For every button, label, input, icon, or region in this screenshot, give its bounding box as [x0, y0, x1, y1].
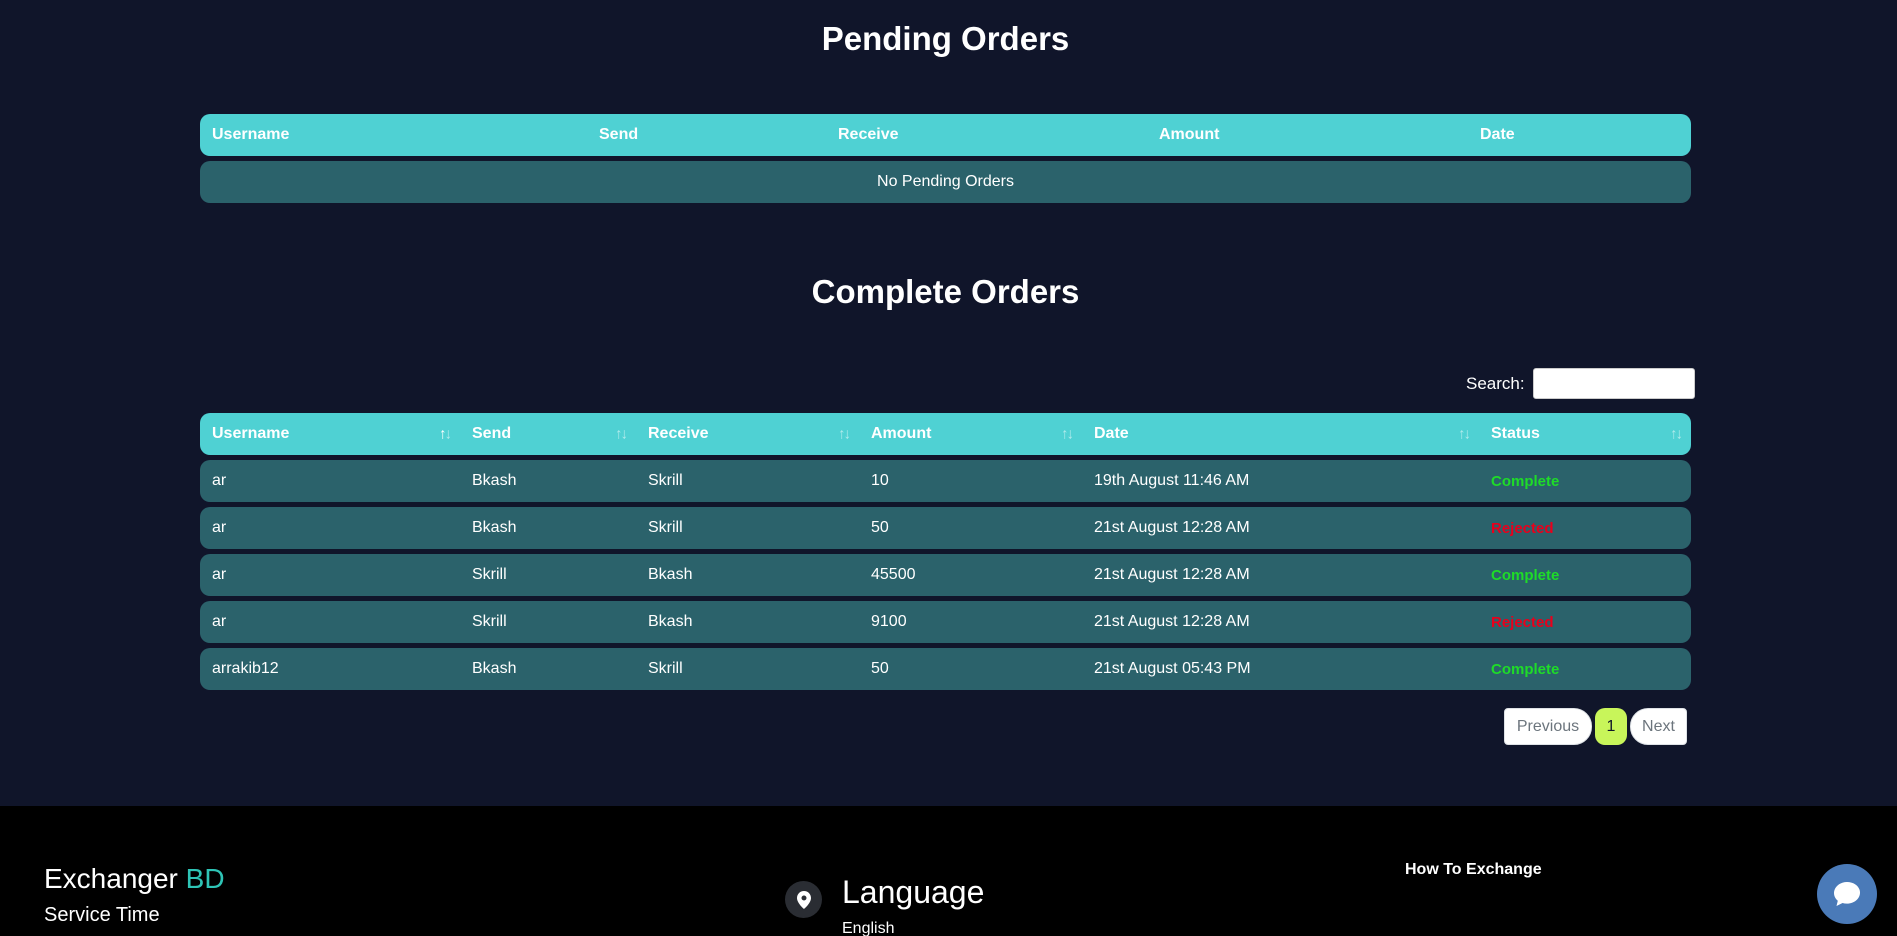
- how-to-exchange-link[interactable]: How To Exchange: [1405, 861, 1542, 879]
- header-label: Username: [212, 425, 290, 442]
- table-row: ar Skrill Bkash 45500 21st August 12:28 …: [200, 554, 1691, 596]
- cell-amount: 10: [871, 472, 889, 489]
- cell-amount: 9100: [871, 613, 907, 630]
- footer-brand: Exchanger BD: [44, 863, 225, 895]
- status-badge: Complete: [1491, 472, 1560, 490]
- complete-orders-table: Username ↑↓ Send ↑↓ Receive ↑↓ Amount ↑↓…: [200, 413, 1691, 690]
- status-badge: Rejected: [1491, 519, 1554, 537]
- pending-col-amount: Amount: [1159, 126, 1220, 143]
- table-row: ar Bkash Skrill 50 21st August 12:28 AM …: [200, 507, 1691, 549]
- pending-col-username: Username: [212, 126, 290, 143]
- sort-header-date[interactable]: Date ↑↓: [1082, 413, 1479, 455]
- cell-receive: Bkash: [648, 613, 693, 630]
- status-badge: Complete: [1491, 660, 1560, 678]
- pending-col-send: Send: [599, 126, 639, 143]
- cell-amount: 50: [871, 660, 889, 677]
- language-value[interactable]: English: [842, 920, 894, 936]
- cell-date: 21st August 12:28 AM: [1094, 613, 1250, 630]
- service-time-heading: Service Time: [44, 904, 160, 926]
- status-badge: Complete: [1491, 566, 1560, 584]
- sort-arrows-icon: ↑↓: [1458, 425, 1471, 443]
- footer: Exchanger BD Service Time Language Engli…: [0, 806, 1897, 936]
- sort-arrows-icon: ↑↓: [1670, 425, 1683, 443]
- sort-header-receive[interactable]: Receive ↑↓: [636, 413, 859, 455]
- header-label: Status: [1491, 425, 1540, 442]
- header-label: Send: [472, 425, 512, 442]
- pagination: Previous 1 Next: [1504, 708, 1687, 745]
- pending-orders-table: Username Send Receive Amount Date No Pen…: [200, 114, 1691, 203]
- header-label: Receive: [648, 425, 709, 442]
- cell-receive: Skrill: [648, 519, 683, 536]
- cell-date: 21st August 12:28 AM: [1094, 566, 1250, 583]
- cell-receive: Skrill: [648, 472, 683, 489]
- cell-date: 19th August 11:46 AM: [1094, 472, 1250, 489]
- cell-receive: Skrill: [648, 660, 683, 677]
- previous-page-button[interactable]: Previous: [1504, 708, 1592, 745]
- map-pin-icon: [785, 881, 822, 918]
- brand-accent: BD: [185, 863, 225, 894]
- pending-orders-title: Pending Orders: [821, 20, 1070, 57]
- search-box: Search:: [1466, 368, 1695, 399]
- cell-send: Skrill: [472, 566, 507, 583]
- search-label: Search:: [1466, 373, 1525, 393]
- header-label: Date: [1094, 425, 1129, 442]
- cell-username: ar: [212, 566, 227, 583]
- cell-send: Bkash: [472, 519, 517, 536]
- pending-empty-row: No Pending Orders: [200, 161, 1691, 203]
- cell-receive: Bkash: [648, 566, 693, 583]
- sort-arrows-icon: ↑↓: [439, 425, 452, 443]
- cell-username: arrakib12: [212, 660, 279, 677]
- cell-send: Bkash: [472, 660, 517, 677]
- table-row: arrakib12 Bkash Skrill 50 21st August 05…: [200, 648, 1691, 690]
- header-label: Amount: [871, 425, 932, 442]
- sort-arrows-icon: ↑↓: [1061, 425, 1074, 443]
- cell-date: 21st August 05:43 PM: [1094, 660, 1251, 677]
- cell-username: ar: [212, 613, 227, 630]
- sort-header-status[interactable]: Status ↑↓: [1479, 413, 1691, 455]
- cell-username: ar: [212, 472, 227, 489]
- sort-header-send[interactable]: Send ↑↓: [460, 413, 636, 455]
- table-row: ar Bkash Skrill 10 19th August 11:46 AM …: [200, 460, 1691, 502]
- cell-amount: 50: [871, 519, 889, 536]
- pending-table-header: Username Send Receive Amount Date: [200, 114, 1691, 156]
- page-1-button[interactable]: 1: [1595, 708, 1627, 745]
- cell-send: Skrill: [472, 613, 507, 630]
- cell-username: ar: [212, 519, 227, 536]
- cell-date: 21st August 12:28 AM: [1094, 519, 1250, 536]
- pending-col-date: Date: [1480, 126, 1515, 143]
- pending-col-receive: Receive: [838, 126, 899, 143]
- complete-orders-title: Complete Orders: [811, 273, 1080, 310]
- cell-send: Bkash: [472, 472, 517, 489]
- sort-arrows-icon: ↑↓: [838, 425, 851, 443]
- sort-arrows-icon: ↑↓: [615, 425, 628, 443]
- language-heading: Language: [842, 874, 985, 910]
- status-badge: Rejected: [1491, 613, 1554, 631]
- brand-name: Exchanger: [44, 863, 178, 894]
- complete-table-header: Username ↑↓ Send ↑↓ Receive ↑↓ Amount ↑↓…: [200, 413, 1691, 455]
- next-page-button[interactable]: Next: [1630, 708, 1687, 745]
- search-input[interactable]: [1532, 368, 1695, 399]
- sort-header-amount[interactable]: Amount ↑↓: [859, 413, 1082, 455]
- cell-amount: 45500: [871, 566, 916, 583]
- sort-header-username[interactable]: Username ↑↓: [200, 413, 460, 455]
- table-row: ar Skrill Bkash 9100 21st August 12:28 A…: [200, 601, 1691, 643]
- chat-bubble-icon[interactable]: [1817, 864, 1877, 924]
